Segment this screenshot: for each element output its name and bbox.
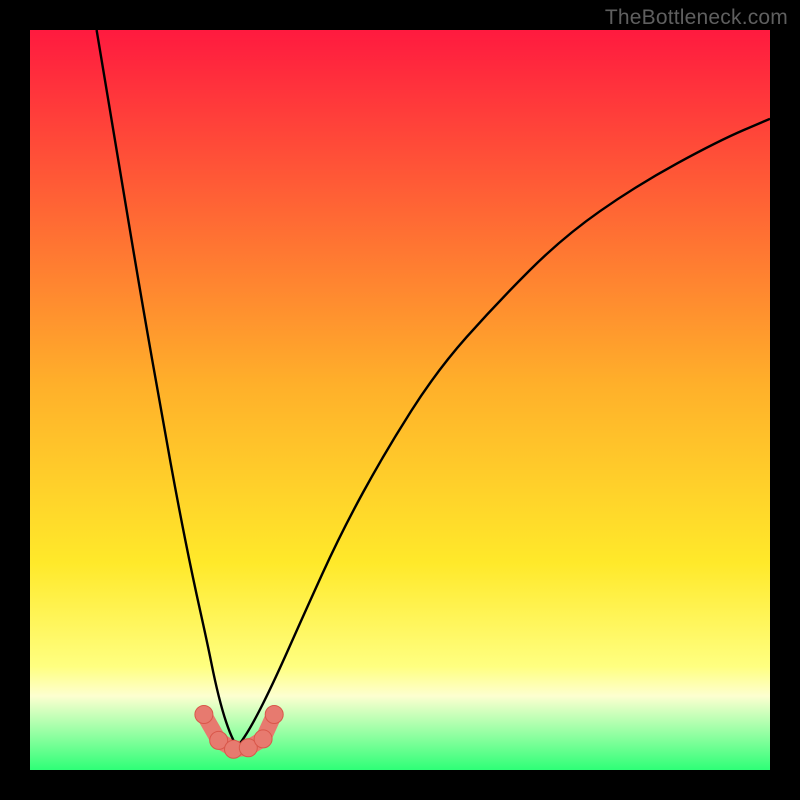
chart-svg: [30, 30, 770, 770]
watermark-text: TheBottleneck.com: [605, 6, 788, 30]
marker-dot: [254, 730, 272, 748]
gradient-bg: [30, 30, 770, 770]
marker-dot: [265, 706, 283, 724]
plot-area: [30, 30, 770, 770]
outer-frame: TheBottleneck.com: [0, 0, 800, 800]
marker-dot: [195, 706, 213, 724]
